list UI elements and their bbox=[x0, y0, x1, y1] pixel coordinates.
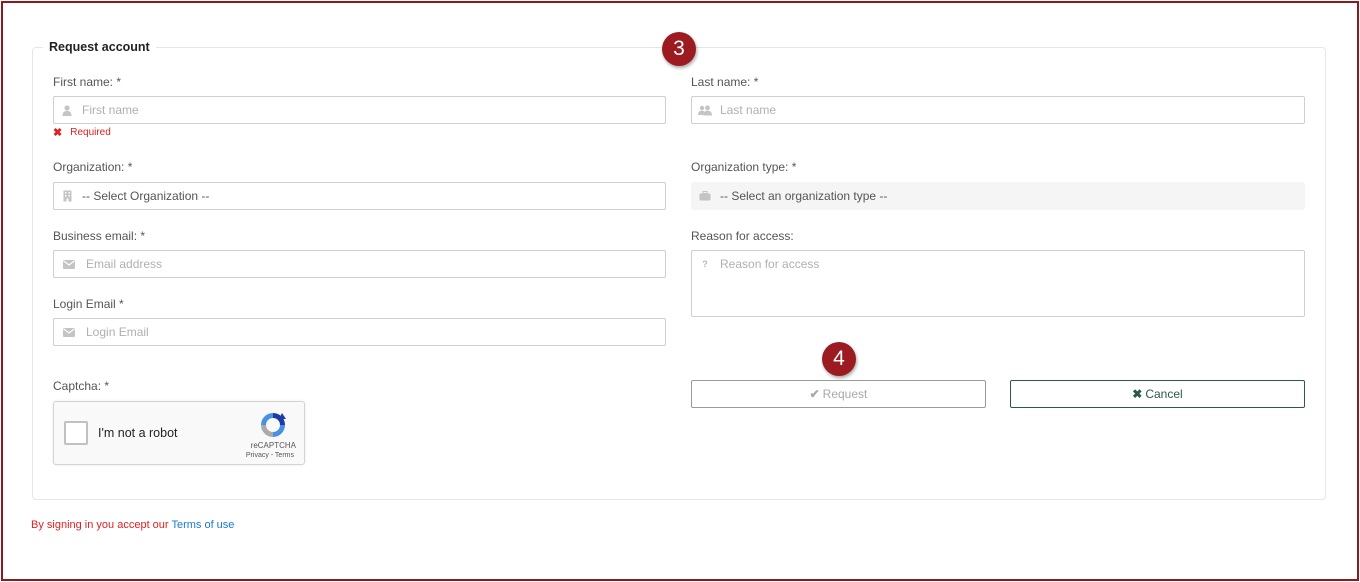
recaptcha-checkbox[interactable] bbox=[64, 421, 88, 445]
last-name-input[interactable] bbox=[716, 97, 1304, 123]
organization-label: Organization: * bbox=[53, 160, 133, 174]
step-3-badge: 3 bbox=[662, 32, 696, 66]
reason-label: Reason for access: bbox=[691, 229, 794, 243]
business-email-field[interactable] bbox=[53, 250, 666, 278]
envelope-icon bbox=[54, 259, 82, 269]
reason-textarea[interactable]: Reason for access bbox=[716, 257, 819, 271]
organization-type-label: Organization type: * bbox=[691, 160, 797, 174]
last-name-label: Last name: * bbox=[691, 75, 759, 89]
question-icon: ? bbox=[702, 259, 708, 269]
reason-field[interactable]: ? Reason for access bbox=[691, 250, 1305, 317]
first-name-field[interactable] bbox=[53, 96, 666, 124]
first-name-error: ✖ Required bbox=[53, 126, 111, 139]
organization-selected: -- Select Organization -- bbox=[82, 189, 210, 203]
captcha-label: Captcha: * bbox=[53, 379, 110, 393]
last-name-field[interactable] bbox=[691, 96, 1305, 124]
users-icon bbox=[692, 104, 716, 116]
login-email-label: Login Email * bbox=[53, 297, 124, 311]
first-name-input[interactable] bbox=[78, 97, 665, 123]
user-icon bbox=[54, 104, 78, 116]
cancel-button[interactable]: ✖ Cancel bbox=[1010, 380, 1305, 408]
recaptcha-brand: reCAPTCHA bbox=[250, 441, 296, 450]
request-button[interactable]: ✔ Request bbox=[691, 380, 986, 408]
first-name-label: First name: * bbox=[53, 75, 122, 89]
recaptcha-links[interactable]: Privacy - Terms bbox=[246, 452, 294, 459]
step-4-badge: 4 bbox=[822, 342, 856, 376]
error-x-icon: ✖ bbox=[53, 127, 63, 139]
organization-type-select[interactable]: -- Select an organization type -- bbox=[691, 182, 1305, 210]
business-email-label: Business email: * bbox=[53, 229, 146, 243]
briefcase-icon bbox=[692, 191, 716, 201]
recaptcha-text: I'm not a robot bbox=[98, 426, 178, 440]
recaptcha-logo-icon bbox=[258, 410, 288, 443]
login-email-input[interactable] bbox=[82, 319, 665, 345]
login-email-field[interactable] bbox=[53, 318, 666, 346]
cancel-button-label: Cancel bbox=[1145, 387, 1183, 401]
terms-notice: By signing in you accept our Terms of us… bbox=[31, 519, 234, 531]
terms-of-use-link[interactable]: Terms of use bbox=[171, 519, 234, 531]
panel-title: Request account bbox=[49, 40, 150, 54]
organization-type-selected: -- Select an organization type -- bbox=[720, 189, 888, 203]
terms-notice-text: By signing in you accept our bbox=[31, 519, 172, 531]
envelope-icon bbox=[54, 327, 82, 337]
building-icon bbox=[54, 190, 78, 202]
first-name-error-text: Required bbox=[70, 127, 111, 138]
business-email-input[interactable] bbox=[82, 251, 665, 277]
check-icon: ✔ bbox=[809, 387, 820, 401]
organization-select[interactable]: -- Select Organization -- bbox=[53, 182, 666, 210]
close-icon: ✖ bbox=[1132, 387, 1143, 401]
recaptcha-widget: I'm not a robot reCAPTCHA Privacy - Term… bbox=[53, 401, 305, 465]
request-button-label: Request bbox=[822, 387, 868, 401]
